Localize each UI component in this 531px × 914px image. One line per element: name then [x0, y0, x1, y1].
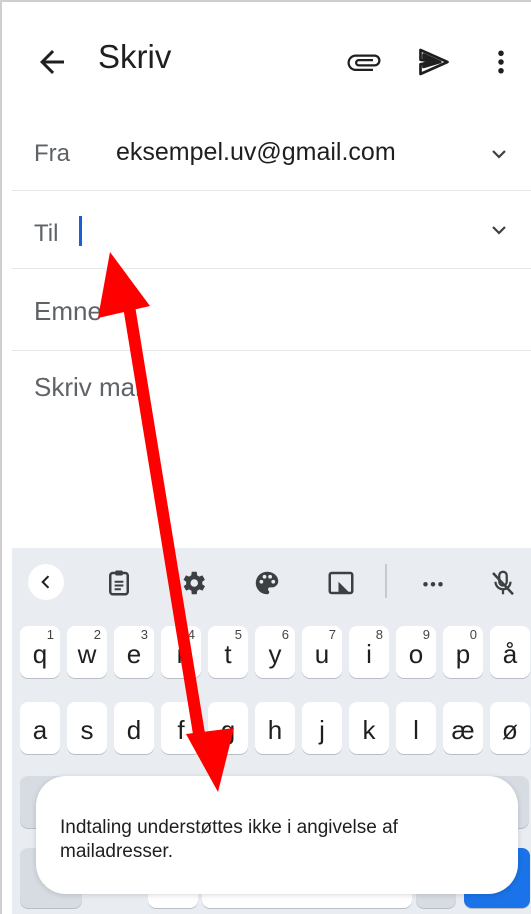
toolbar-divider: [385, 564, 387, 598]
key-y[interactable]: y6: [255, 626, 295, 678]
key-i[interactable]: i8: [349, 626, 389, 678]
key-hint: 4: [187, 627, 195, 642]
key-label: s: [80, 715, 94, 745]
key-a[interactable]: a: [20, 702, 60, 754]
text-cursor: [79, 216, 82, 246]
key-hint: 6: [281, 627, 289, 642]
key-label: y: [268, 639, 282, 669]
resize-icon[interactable]: [326, 568, 356, 598]
key-ae[interactable]: æ: [443, 702, 483, 754]
keyboard-collapse-button[interactable]: [28, 564, 64, 600]
key-hint: 7: [328, 627, 336, 642]
app-bar: Skriv: [0, 0, 531, 118]
key-label: æ: [451, 715, 475, 745]
key-p[interactable]: p0: [443, 626, 483, 678]
key-aa[interactable]: å: [490, 626, 530, 678]
key-label: e: [126, 639, 142, 669]
key-hint: 9: [422, 627, 430, 642]
from-value[interactable]: eksempel.uv@gmail.com: [116, 138, 396, 167]
subject-placeholder: Emne: [34, 296, 102, 326]
key-j[interactable]: j: [302, 702, 342, 754]
key-label: w: [77, 639, 97, 669]
mic-off-icon[interactable]: [488, 568, 518, 598]
key-t[interactable]: t5: [208, 626, 248, 678]
key-label: f: [177, 715, 185, 745]
key-f[interactable]: f: [161, 702, 201, 754]
clipboard-icon[interactable]: [104, 568, 134, 598]
key-label: k: [362, 715, 376, 745]
key-label: a: [32, 715, 48, 745]
chevron-left-icon: [41, 575, 50, 589]
key-label: h: [267, 715, 283, 745]
key-u[interactable]: u7: [302, 626, 342, 678]
from-label: Fra: [34, 140, 70, 167]
key-w[interactable]: w2: [67, 626, 107, 678]
key-o[interactable]: o9: [396, 626, 436, 678]
key-label: ø: [502, 715, 518, 745]
key-hint: 8: [375, 627, 383, 642]
key-label: t: [224, 639, 232, 669]
more-horiz-icon[interactable]: [418, 568, 448, 598]
key-hint: 1: [46, 627, 54, 642]
keyboard-toolbar: [12, 548, 531, 616]
to-row[interactable]: Til: [12, 190, 531, 269]
key-s[interactable]: s: [67, 702, 107, 754]
key-k[interactable]: k: [349, 702, 389, 754]
key-label: q: [32, 639, 48, 669]
key-l[interactable]: l: [396, 702, 436, 754]
key-label: p: [455, 639, 471, 669]
more-vert-icon[interactable]: [486, 44, 516, 80]
key-hint: 2: [93, 627, 101, 642]
page-title: Skriv: [98, 38, 172, 75]
key-label: j: [319, 715, 325, 745]
key-label: d: [126, 715, 142, 745]
key-label: u: [314, 639, 330, 669]
toast-text: Indtaling understøttes ikke i angivelse …: [60, 817, 398, 862]
toast-message: Indtaling understøttes ikke i angivelse …: [36, 776, 518, 894]
subject-field[interactable]: Emne: [12, 268, 531, 351]
key-h[interactable]: h: [255, 702, 295, 754]
palette-icon[interactable]: [252, 568, 282, 598]
key-hint: 5: [234, 627, 242, 642]
key-label: å: [502, 639, 518, 669]
key-hint: 3: [140, 627, 148, 642]
chevron-down-icon[interactable]: [487, 218, 511, 242]
key-q[interactable]: q1: [20, 626, 60, 678]
key-oe[interactable]: ø: [490, 702, 530, 754]
key-label: i: [366, 639, 372, 669]
chevron-down-icon[interactable]: [487, 142, 511, 166]
settings-icon[interactable]: [178, 568, 208, 598]
key-label: r: [176, 639, 186, 669]
paperclip-icon[interactable]: [344, 44, 384, 80]
send-icon[interactable]: [414, 44, 454, 80]
to-label: Til: [34, 220, 59, 247]
key-e[interactable]: e3: [114, 626, 154, 678]
key-label: g: [220, 715, 236, 745]
key-d[interactable]: d: [114, 702, 154, 754]
key-label: l: [413, 715, 419, 745]
key-label: o: [408, 639, 424, 669]
back-arrow-icon[interactable]: [34, 44, 70, 80]
key-hint: 0: [469, 627, 477, 642]
key-g[interactable]: g: [208, 702, 248, 754]
body-placeholder[interactable]: Skriv mail: [34, 372, 147, 403]
key-r[interactable]: r4: [161, 626, 201, 678]
from-row[interactable]: Fra eksempel.uv@gmail.com: [12, 118, 531, 191]
